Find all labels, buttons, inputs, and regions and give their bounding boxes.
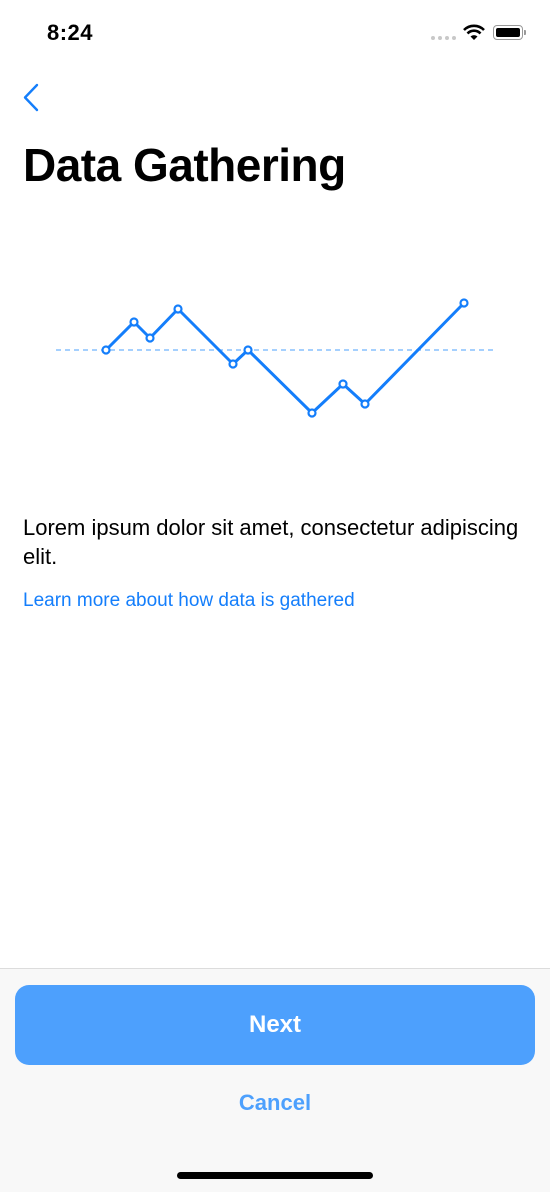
learn-more-link[interactable]: Learn more about how data is gathered: [23, 590, 355, 612]
description-text: Lorem ipsum dolor sit amet, consectetur …: [23, 515, 519, 569]
chart-point: [101, 345, 111, 355]
chart-point: [307, 408, 317, 418]
chart-point: [338, 379, 348, 389]
chart-point: [459, 298, 469, 308]
data-chart: [56, 298, 495, 418]
next-button[interactable]: Next: [15, 985, 535, 1065]
page-title: Data Gathering: [23, 139, 346, 191]
chart-point: [129, 317, 139, 327]
cancel-button[interactable]: Cancel: [175, 1085, 375, 1121]
chart-point: [145, 333, 155, 343]
wifi-icon: [463, 24, 485, 40]
chevron-left-icon[interactable]: [20, 82, 44, 114]
chart-series-line: [104, 301, 466, 415]
cellular-signal-icon: [431, 36, 456, 40]
home-indicator[interactable]: [177, 1172, 373, 1179]
chart-point: [243, 345, 253, 355]
chart-point: [360, 399, 370, 409]
status-time: 8:24: [47, 20, 94, 45]
chart-point: [173, 304, 183, 314]
battery-nub: [524, 30, 526, 35]
chart-point: [228, 359, 238, 369]
battery-icon: [493, 25, 523, 40]
